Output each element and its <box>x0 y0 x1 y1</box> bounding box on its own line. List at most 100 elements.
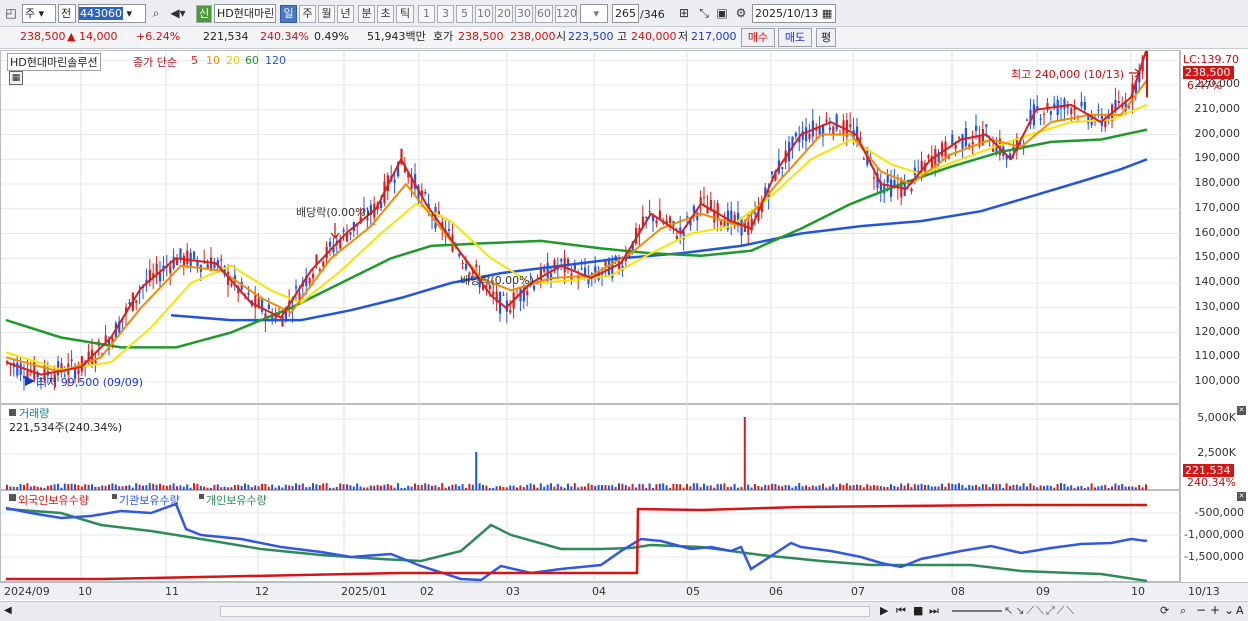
stock-name-field[interactable]: HD현대마린 <box>214 4 276 23</box>
play-icon[interactable]: ▶ <box>880 604 888 617</box>
period-second-button[interactable]: 초 <box>377 5 394 23</box>
candle-body <box>1043 113 1046 115</box>
candle-body <box>465 263 468 270</box>
interval-3-button[interactable]: 3 <box>437 5 454 23</box>
draw-tools-icons[interactable]: ↖↘⟋⟍⤢⟋⟍ <box>1004 604 1076 618</box>
candle-body <box>346 233 349 242</box>
period-minute-button[interactable]: 분 <box>358 5 375 23</box>
candle-body <box>70 359 73 361</box>
volume-bar <box>723 483 726 490</box>
volume-value: 221,534 <box>203 30 249 43</box>
candle-body <box>692 206 695 213</box>
speaker-icon[interactable]: ◀▾ <box>166 5 190 22</box>
scrollbar-track[interactable] <box>220 606 870 617</box>
search-icon[interactable]: ⌕ <box>148 5 164 22</box>
window-menu-icon[interactable]: ◰ <box>3 5 19 22</box>
fast-forward-icon[interactable]: ⏭ <box>929 604 939 618</box>
grid-icon[interactable]: ⊞ <box>676 5 692 22</box>
candle-body <box>1097 109 1100 111</box>
interval-10-button[interactable]: 10 <box>475 5 493 23</box>
x-label-4: 2025/01 <box>341 585 387 598</box>
candle-body <box>954 144 957 149</box>
candle-body <box>267 304 270 310</box>
x-label-12: 09 <box>1036 585 1050 598</box>
zoom-slider[interactable] <box>952 610 1002 612</box>
low-price: 217,000 <box>691 30 737 43</box>
date-input[interactable]: 2025/10/13 ▦ <box>752 4 836 23</box>
high-price: 240,000 <box>631 30 677 43</box>
candle-body <box>733 214 736 222</box>
candle-body <box>607 258 610 277</box>
x-label-5: 02 <box>420 585 434 598</box>
candle-body <box>461 262 464 264</box>
interval-120-button[interactable]: 120 <box>555 5 577 23</box>
candle-body <box>655 220 658 224</box>
candle-body <box>941 142 944 157</box>
volume-bar <box>111 483 114 490</box>
candle-body <box>1128 106 1131 108</box>
interval-30-button[interactable]: 30 <box>515 5 533 23</box>
volume-bar <box>26 483 29 490</box>
institution-holdings-line <box>5 502 1148 582</box>
volume-bar <box>172 483 175 490</box>
settings-icon[interactable]: ⚙ <box>733 5 749 22</box>
period-day-button[interactable]: 일 <box>280 5 297 23</box>
x-label-11: 08 <box>951 585 965 598</box>
interval-1-button[interactable]: 1 <box>418 5 435 23</box>
calculator-icon[interactable]: ▦ <box>9 71 23 85</box>
price-type-field[interactable]: 전 <box>58 4 76 23</box>
period-tick-button[interactable]: 틱 <box>396 5 414 23</box>
lc-label: LC:139.70 <box>1183 53 1240 66</box>
zoom-icon[interactable]: ⌕ <box>1180 604 1186 618</box>
current-price: 238,500 <box>20 30 66 43</box>
interval-20-button[interactable]: 20 <box>495 5 513 23</box>
save-icon[interactable]: ▣ <box>714 5 730 22</box>
period-code-select[interactable]: 주 ▾ <box>22 4 56 23</box>
holdings-menu-icon[interactable] <box>9 494 16 501</box>
volume-bar <box>312 483 314 490</box>
candle-body <box>526 290 529 296</box>
period-year-button[interactable]: 년 <box>337 5 354 23</box>
zoom-in-icon[interactable]: + <box>1210 603 1220 617</box>
candle-body <box>16 362 19 376</box>
candle-body <box>1039 118 1042 120</box>
interval-60-button[interactable]: 60 <box>535 5 553 23</box>
candle-body <box>312 273 315 279</box>
period-month-button[interactable]: 월 <box>318 5 335 23</box>
x-label-2: 11 <box>165 585 179 598</box>
ma5-legend: 5 <box>191 54 198 67</box>
stop-icon[interactable]: ■ <box>913 604 923 617</box>
draw-tool-icon[interactable]: ⤡ <box>696 5 712 22</box>
even-button[interactable]: 평 <box>816 28 836 47</box>
candle-body <box>873 177 876 179</box>
data-count-input[interactable]: 265 <box>612 4 639 23</box>
price-chart-svg <box>1 51 1181 405</box>
restore-icon[interactable]: ⟳ <box>1160 604 1169 617</box>
candle-body <box>859 137 862 139</box>
zoom-out-icon[interactable]: − <box>1196 603 1206 617</box>
sell-button[interactable]: 매도 <box>778 28 812 47</box>
volume-bar <box>193 483 195 490</box>
candle-body <box>1083 102 1086 110</box>
pane-menu-icon[interactable] <box>9 409 16 416</box>
scroll-left-icon[interactable]: ◀ <box>4 605 12 616</box>
low-label: 저 <box>678 30 689 43</box>
period-week-button[interactable]: 주 <box>299 5 316 23</box>
stock-code-input[interactable]: 443060 ▾ <box>78 4 146 23</box>
candle-body <box>832 126 835 134</box>
candle-body <box>669 216 672 224</box>
interval-5-button[interactable]: 5 <box>456 5 473 23</box>
font-size-icon[interactable]: A <box>1236 604 1244 617</box>
volume-bar <box>662 483 665 490</box>
pane-close-icon[interactable]: ✕ <box>1237 406 1246 415</box>
custom-interval-select[interactable]: ▾ <box>580 4 608 23</box>
price-change: ▲ 14,000 <box>67 30 118 43</box>
volume-bar <box>1114 483 1117 490</box>
holdings-close-icon[interactable]: ✕ <box>1237 492 1246 501</box>
candle-body <box>393 180 396 183</box>
rewind-icon[interactable]: ⏮ <box>896 604 906 618</box>
collapse-icon[interactable]: ⌄ <box>1224 603 1234 617</box>
buy-button[interactable]: 매수 <box>741 28 775 47</box>
candle-body <box>322 261 325 267</box>
stock-tag[interactable]: HD현대마린솔루션 <box>7 53 101 71</box>
